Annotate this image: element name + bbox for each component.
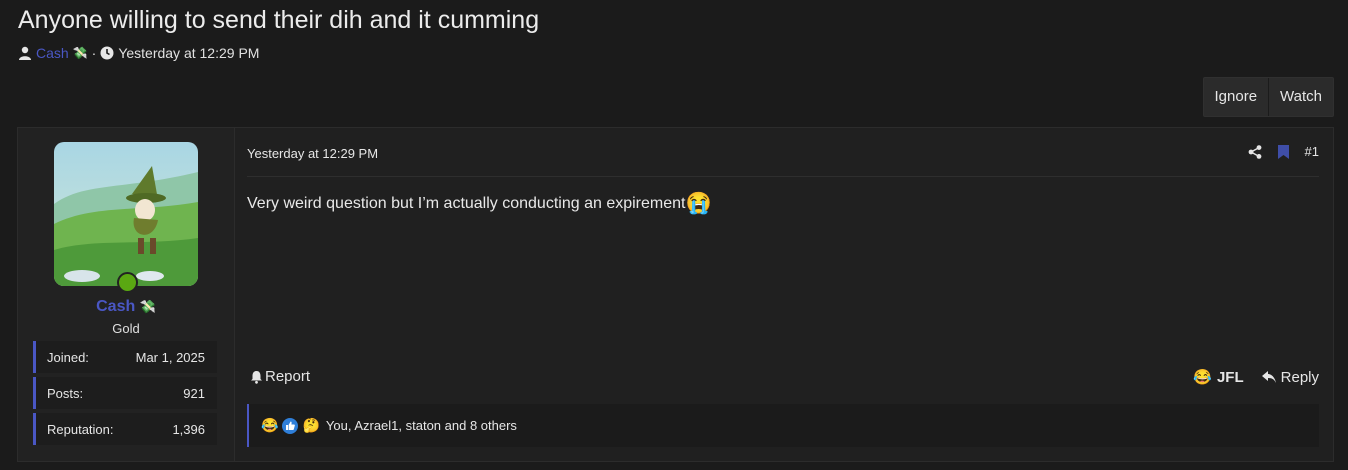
reply-arrow-icon xyxy=(1261,371,1276,383)
share-icon[interactable] xyxy=(1248,144,1262,159)
stat-label: Reputation: xyxy=(47,421,114,437)
user-icon xyxy=(18,46,32,60)
bookmark-icon[interactable] xyxy=(1277,144,1289,159)
thread-date[interactable]: Yesterday at 12:29 PM xyxy=(118,45,259,61)
avatar[interactable] xyxy=(54,142,198,286)
meta-separator: · xyxy=(91,45,97,61)
stat-value: 1,396 xyxy=(172,421,205,437)
reactions-bar[interactable]: 😂 🤔 You, Azrael1, staton and 8 others xyxy=(247,404,1319,447)
stat-value: Mar 1, 2025 xyxy=(135,349,205,365)
thread-action-buttons: Ignore Watch xyxy=(1202,77,1334,117)
thinking-face-icon: 🤔 xyxy=(302,417,320,433)
watch-button[interactable]: Watch xyxy=(1268,78,1333,116)
stat-label: Posts: xyxy=(47,385,84,401)
money-with-wings-icon: 💸 xyxy=(139,299,156,314)
post-footer-actions: 😂 JFL Reply xyxy=(1193,368,1319,387)
bell-icon xyxy=(250,370,263,384)
thread-author-link[interactable]: Cash xyxy=(36,45,69,61)
reactions-summary[interactable]: You, Azrael1, staton and 8 others xyxy=(326,418,517,433)
money-with-wings-icon: 💸 xyxy=(72,46,88,60)
post-user-cell: Cash 💸 Gold Joined: Mar 1, 2025 Posts: 9… xyxy=(18,128,235,461)
post-date[interactable]: Yesterday at 12:29 PM xyxy=(247,146,378,161)
user-stat-posts: Posts: 921 xyxy=(33,377,217,409)
report-button[interactable]: Report xyxy=(250,368,310,385)
reply-label: Reply xyxy=(1280,368,1319,386)
loudly-crying-emoji-icon: 😭 xyxy=(685,192,712,215)
post: Cash 💸 Gold Joined: Mar 1, 2025 Posts: 9… xyxy=(17,127,1334,462)
stat-label: Joined: xyxy=(47,349,89,365)
post-header-divider xyxy=(247,176,1319,177)
post-number-link[interactable]: #1 xyxy=(1305,144,1319,159)
online-status-indicator xyxy=(117,272,138,293)
post-username[interactable]: Cash 💸 xyxy=(18,298,234,316)
laughing-face-icon: 😂 xyxy=(1193,369,1212,386)
reply-button[interactable]: Reply xyxy=(1261,368,1319,386)
post-body: Very weird question but I’m actually con… xyxy=(247,192,712,216)
post-message-cell: Yesterday at 12:29 PM #1 Very weird ques… xyxy=(234,128,1333,461)
post-actions: #1 xyxy=(1248,144,1319,159)
user-stat-reputation: Reputation: 1,396 xyxy=(33,413,217,445)
post-body-text: Very weird question but I’m actually con… xyxy=(247,195,686,212)
thumbs-up-icon xyxy=(282,417,299,434)
user-title: Gold xyxy=(112,321,140,336)
user-stat-joined: Joined: Mar 1, 2025 xyxy=(33,341,217,373)
ignore-button[interactable]: Ignore xyxy=(1204,78,1269,116)
post-username-text[interactable]: Cash xyxy=(96,298,135,315)
laughing-face-icon: 😂 xyxy=(261,417,279,433)
react-label: JFL xyxy=(1216,368,1244,386)
thread-title: Anyone willing to send their dih and it … xyxy=(18,6,540,34)
clock-icon xyxy=(100,46,114,60)
thread-meta: Cash 💸 · Yesterday at 12:29 PM xyxy=(18,45,259,61)
react-button[interactable]: 😂 JFL xyxy=(1193,368,1244,387)
stat-value[interactable]: 921 xyxy=(183,386,205,401)
report-label: Report xyxy=(265,368,311,385)
